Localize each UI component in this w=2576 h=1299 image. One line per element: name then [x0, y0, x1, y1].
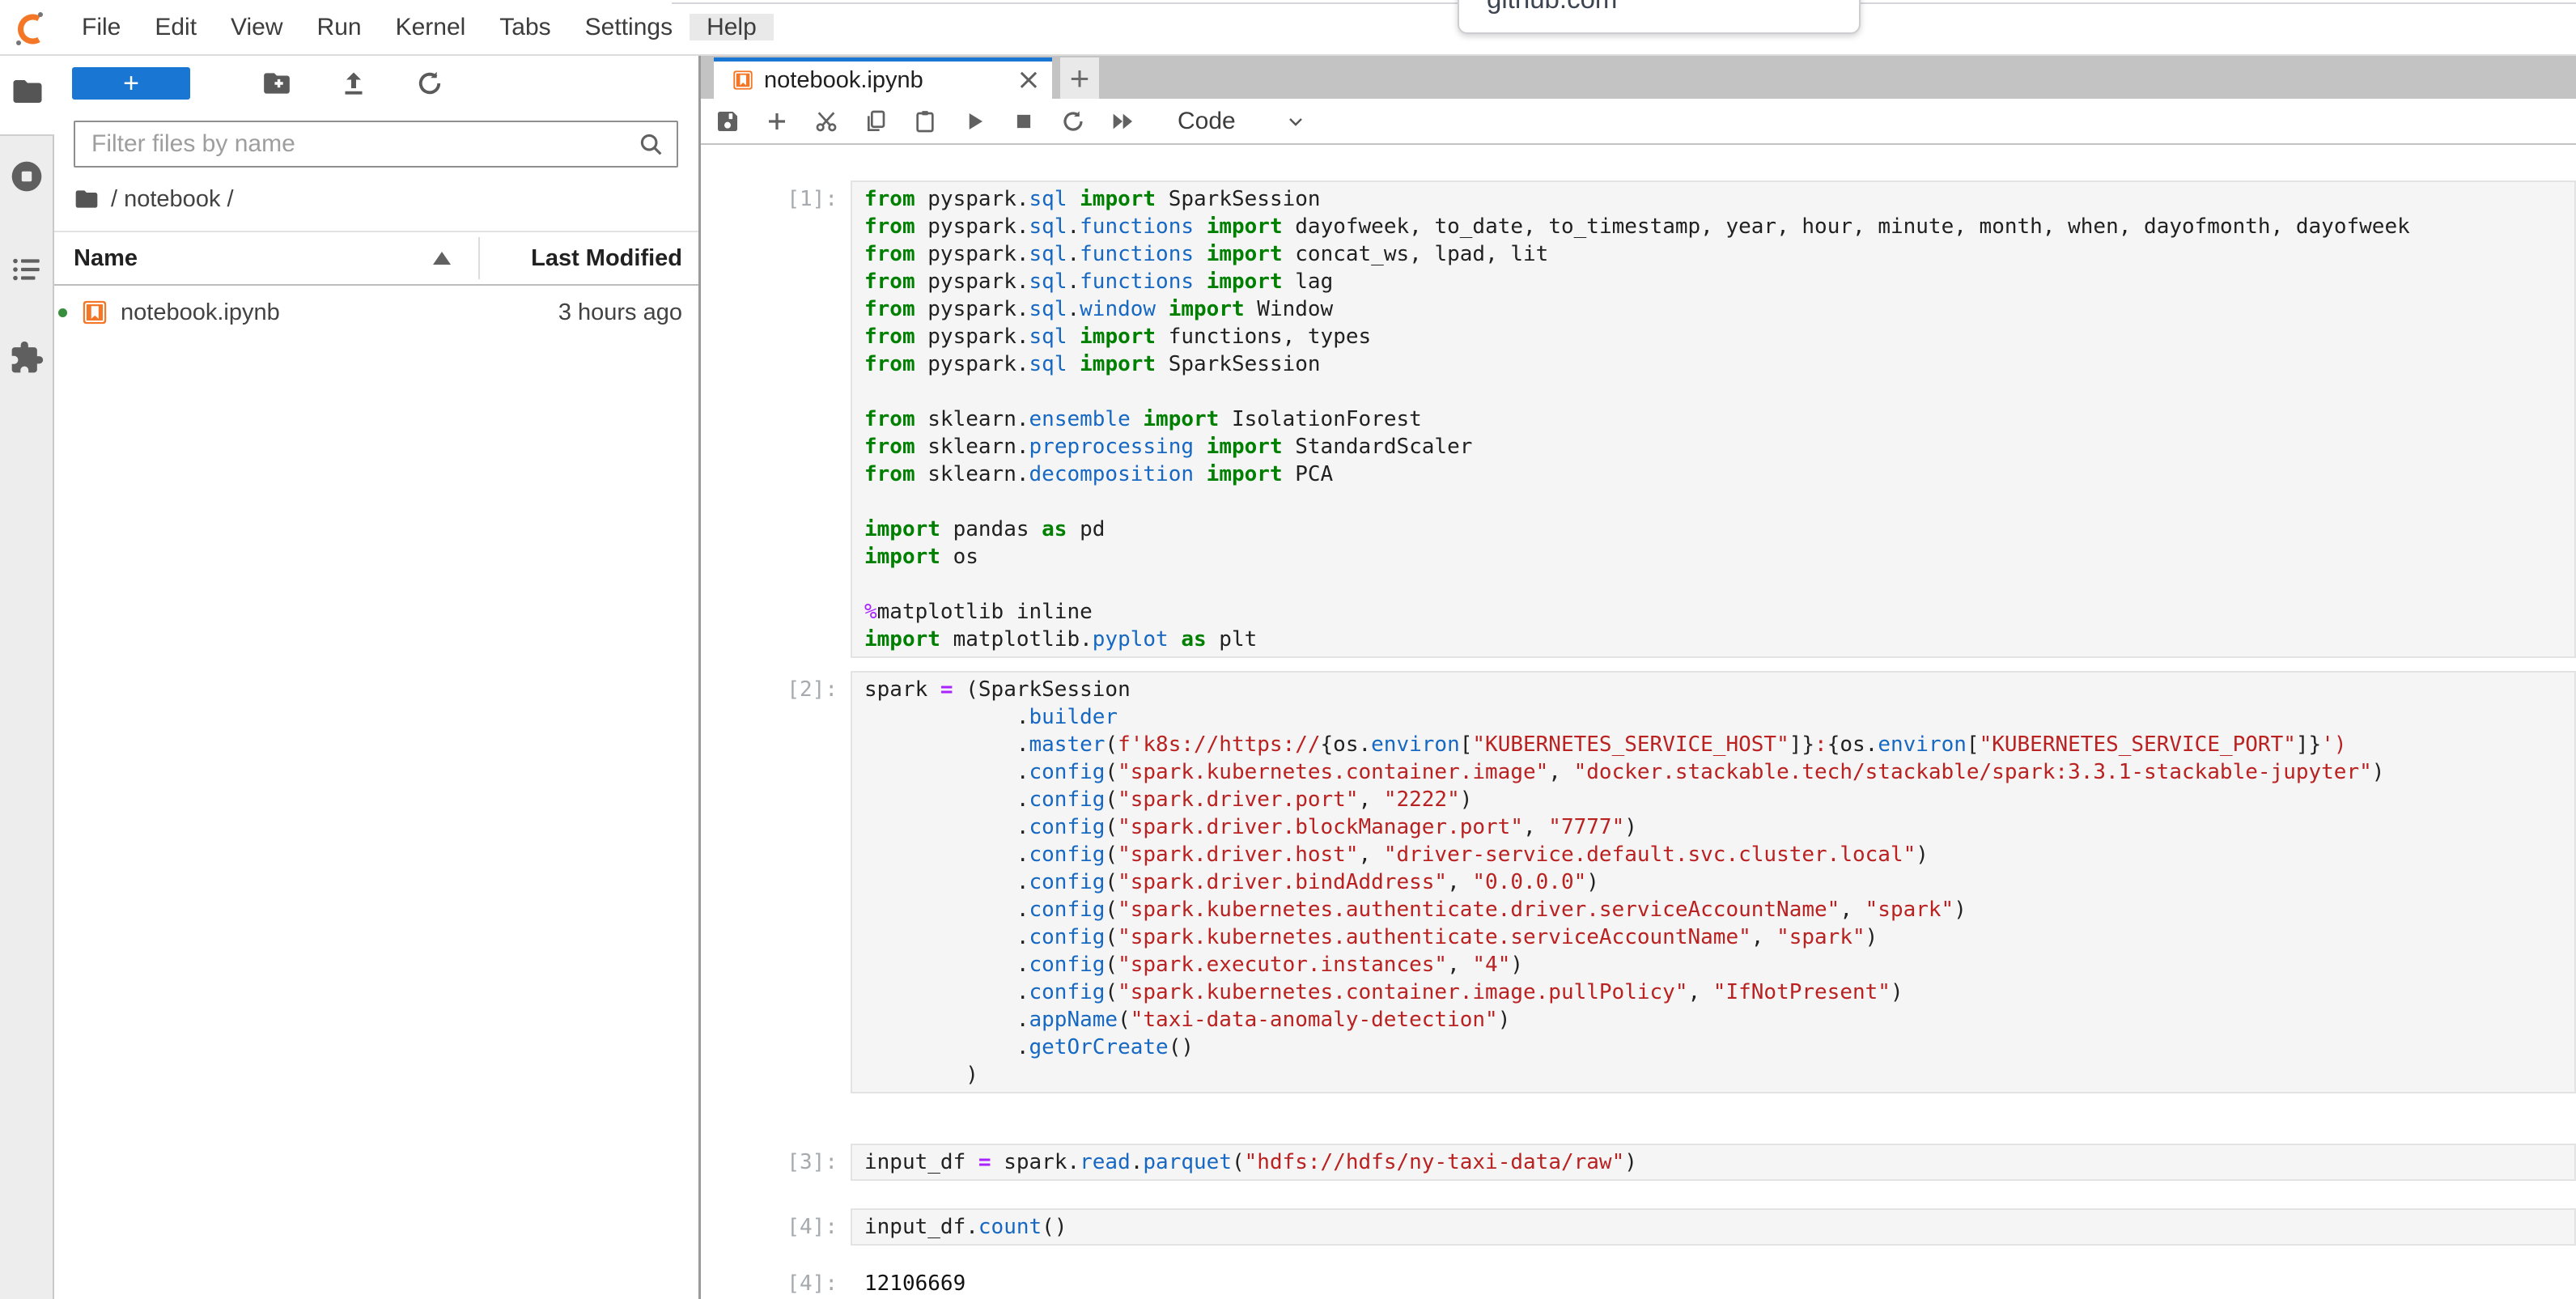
column-header-last-modified[interactable]: Last Modified: [531, 245, 682, 272]
notebook-file-icon: [81, 299, 108, 326]
cell-output-text: 12106669: [851, 1265, 965, 1297]
file-list-item[interactable]: notebook.ipynb 3 hours ago: [54, 286, 698, 339]
file-filter-input[interactable]: [74, 121, 678, 168]
menu-item-help[interactable]: Help: [690, 14, 774, 40]
menu-items: FileEditViewRunKernelTabsSettingsHelp: [65, 0, 774, 54]
interrupt-kernel-button[interactable]: [1010, 108, 1038, 135]
browser-link-popup: github.com: [1458, 0, 1861, 34]
new-launcher-button[interactable]: +: [72, 67, 190, 100]
cell-editor[interactable]: spark = (SparkSession .builder .master(f…: [851, 671, 2576, 1093]
home-folder-icon: [74, 186, 100, 212]
restart-and-run-all-button[interactable]: [1109, 108, 1136, 135]
tab-bar: notebook.ipynb × +: [701, 56, 2576, 99]
code-cell[interactable]: [1]:from pyspark.sql import SparkSession…: [701, 180, 2576, 658]
code-cell[interactable]: [2]:spark = (SparkSession .builder .mast…: [701, 671, 2576, 1093]
app-frame: + / notebook / Name: [0, 56, 2576, 1299]
paste-cells-button[interactable]: [911, 108, 939, 135]
menu-item-settings[interactable]: Settings: [568, 14, 690, 40]
running-kernels-icon[interactable]: [9, 159, 45, 194]
menu-item-file[interactable]: File: [65, 14, 138, 40]
file-name: notebook.ipynb: [121, 299, 280, 326]
running-kernel-dot: [58, 308, 67, 317]
upload-button[interactable]: [339, 69, 368, 98]
tab-title: notebook.ipynb: [764, 67, 923, 94]
cell-type-dropdown[interactable]: Code: [1178, 108, 1236, 135]
cell-input-prompt: [1]:: [701, 180, 851, 213]
table-of-contents-icon[interactable]: [10, 253, 44, 287]
close-tab-icon[interactable]: ×: [1016, 66, 1041, 95]
add-cell-button[interactable]: [763, 108, 791, 135]
file-browser-panel: + / notebook / Name: [54, 56, 701, 1299]
new-folder-button[interactable]: [261, 68, 292, 99]
cell-editor[interactable]: from pyspark.sql import SparkSessionfrom…: [851, 180, 2576, 658]
breadcrumb-path: / notebook /: [111, 186, 234, 213]
notebook-tab-icon: [732, 69, 754, 91]
file-filter: [74, 121, 678, 168]
cell-input-prompt: [3]:: [701, 1144, 851, 1176]
save-button[interactable]: [714, 108, 741, 135]
search-icon: [638, 131, 665, 159]
refresh-file-list-button[interactable]: [415, 69, 444, 98]
notebook-toolbar: Code: [701, 99, 2576, 145]
cell-output-prompt: [4]:: [701, 1265, 851, 1297]
new-tab-button[interactable]: +: [1060, 57, 1099, 99]
run-cell-button[interactable]: [961, 108, 988, 135]
tab-notebook[interactable]: notebook.ipynb ×: [714, 57, 1052, 99]
extensions-icon[interactable]: [9, 340, 45, 376]
left-sidebar: [0, 56, 54, 1299]
chevron-down-icon[interactable]: [1286, 112, 1305, 131]
main-area: notebook.ipynb × +: [701, 56, 2576, 1299]
cell-editor[interactable]: input_df = spark.read.parquet("hdfs://hd…: [851, 1144, 2576, 1181]
file-list-header: Name Last Modified: [54, 231, 698, 286]
cell-input-prompt: [2]:: [701, 671, 851, 703]
jupyter-logo-icon: [11, 9, 49, 46]
menu-item-kernel[interactable]: Kernel: [379, 14, 483, 40]
column-header-name[interactable]: Name: [74, 245, 138, 272]
breadcrumb[interactable]: / notebook /: [74, 185, 698, 213]
sidebar-tabs: [0, 134, 54, 1299]
restart-kernel-button[interactable]: [1059, 108, 1087, 135]
column-divider: [478, 237, 480, 279]
menu-item-view[interactable]: View: [214, 14, 299, 40]
menu-item-tabs[interactable]: Tabs: [482, 14, 567, 40]
code-cell[interactable]: [3]:input_df = spark.read.parquet("hdfs:…: [701, 1144, 2576, 1181]
cell-output: [4]:12106669: [701, 1265, 2576, 1297]
menu-item-edit[interactable]: Edit: [138, 14, 214, 40]
menu-item-run[interactable]: Run: [300, 14, 379, 40]
file-browser-toolbar: +: [54, 56, 698, 100]
copy-cells-button[interactable]: [862, 108, 889, 135]
popup-url-text: github.com: [1487, 0, 1859, 15]
cut-cells-button[interactable]: [813, 108, 840, 135]
cell-editor[interactable]: input_df.count(): [851, 1208, 2576, 1246]
menu-bar: FileEditViewRunKernelTabsSettingsHelp: [0, 0, 2576, 56]
sidebar-tab-file-browser[interactable]: [0, 56, 54, 134]
file-last-modified: 3 hours ago: [558, 299, 682, 326]
code-cell[interactable]: [4]:input_df.count(): [701, 1208, 2576, 1246]
sort-ascending-icon: [433, 252, 451, 265]
folder-icon: [11, 74, 45, 108]
cell-input-prompt: [4]:: [701, 1208, 851, 1241]
notebook-content: [1]:from pyspark.sql import SparkSession…: [701, 145, 2576, 1299]
